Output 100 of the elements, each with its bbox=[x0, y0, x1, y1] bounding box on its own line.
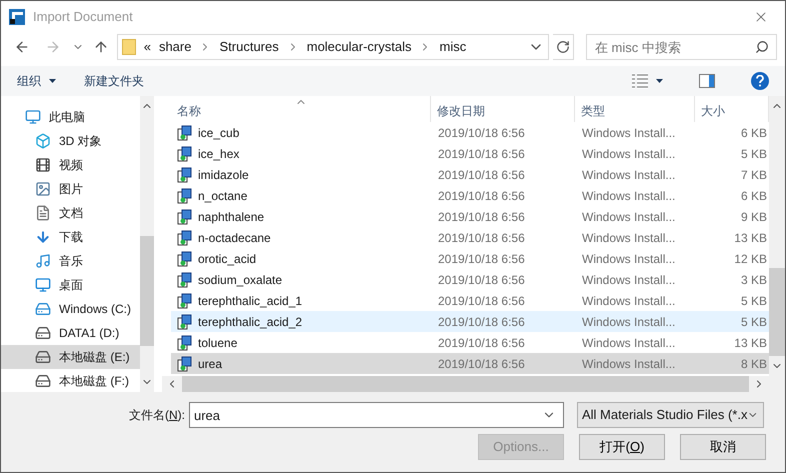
file-row[interactable]: terephthalic_acid_1 2019/10/18 6:56 Windows Install... 5 KB bbox=[171, 290, 769, 311]
search-field[interactable]: 在 misc 中搜索 bbox=[586, 34, 777, 60]
refresh-button[interactable] bbox=[552, 34, 574, 60]
dialog-button[interactable]: 打开(O) bbox=[579, 434, 665, 460]
new-folder-button[interactable]: 新建文件夹 bbox=[84, 72, 144, 90]
filename-field[interactable]: urea bbox=[189, 402, 564, 428]
file-row[interactable]: toluene 2019/10/18 6:56 Windows Install... 13 KB bbox=[171, 332, 769, 353]
file-type: Windows Install... bbox=[581, 230, 676, 246]
breadcrumb-segment[interactable]: Structures bbox=[219, 37, 279, 57]
file-type: Windows Install... bbox=[581, 124, 676, 142]
modified-date: 2019/10/18 6:56 bbox=[437, 208, 526, 226]
organize-menu[interactable]: 组织 bbox=[17, 72, 56, 90]
sidebar-item[interactable]: 文档 bbox=[1, 201, 140, 225]
file-row[interactable]: imidazole 2019/10/18 6:56 Windows Install... 7 KB bbox=[171, 164, 769, 185]
horizontal-scrollbar[interactable] bbox=[162, 376, 785, 392]
breadcrumb-segment[interactable]: misc bbox=[439, 37, 466, 57]
file-size: 13 KB bbox=[733, 230, 767, 246]
installer-file-icon bbox=[177, 124, 193, 140]
help-button[interactable] bbox=[751, 72, 769, 90]
file-row[interactable]: orotic_acid 2019/10/18 6:56 Windows Install... 12 KB bbox=[171, 248, 769, 269]
refresh-icon bbox=[556, 40, 570, 54]
search-icon bbox=[755, 40, 769, 54]
desktop-icon bbox=[35, 277, 51, 293]
installer-file-icon bbox=[177, 334, 193, 350]
installer-file-icon bbox=[177, 230, 193, 246]
sidebar-item[interactable]: 视频 bbox=[1, 153, 140, 177]
file-name: sodium_oxalate bbox=[198, 272, 282, 288]
file-name: imidazole bbox=[198, 166, 249, 184]
file-row[interactable]: sodium_oxalate 2019/10/18 6:56 Windows Install... 3 KB bbox=[171, 269, 769, 290]
sidebar-item[interactable]: 音乐 bbox=[1, 249, 140, 273]
file-size: 3 KB bbox=[740, 272, 767, 288]
file-row[interactable]: terephthalic_acid_2 2019/10/18 6:56 Windows Install... 5 KB bbox=[171, 311, 769, 332]
modified-date: 2019/10/18 6:56 bbox=[437, 272, 526, 288]
column-header[interactable]: 类型 bbox=[575, 96, 695, 122]
details-view-icon bbox=[632, 74, 648, 88]
sidebar-item[interactable]: 3D 对象 bbox=[1, 129, 140, 153]
computer-icon bbox=[25, 109, 41, 125]
modified-date: 2019/10/18 6:56 bbox=[437, 250, 526, 268]
file-type: Windows Install... bbox=[581, 334, 676, 352]
installer-file-icon bbox=[177, 314, 193, 330]
file-type: Windows Install... bbox=[581, 356, 676, 372]
cube-icon bbox=[35, 133, 51, 149]
installer-file-icon bbox=[177, 272, 193, 288]
column-header[interactable]: 修改日期 bbox=[431, 96, 575, 122]
file-type: Windows Install... bbox=[581, 146, 676, 162]
file-name: ice_cub bbox=[198, 124, 240, 142]
filename-label: 文件名(N): bbox=[128, 407, 186, 424]
file-type: Windows Install... bbox=[581, 272, 676, 288]
modified-date: 2019/10/18 6:56 bbox=[437, 146, 526, 162]
file-row[interactable]: ice_cub 2019/10/18 6:56 Windows Install... 6 KB bbox=[171, 122, 769, 143]
sidebar-item[interactable]: Windows (C:) bbox=[1, 297, 140, 321]
file-name: n-octadecane bbox=[198, 230, 271, 246]
modified-date: 2019/10/18 6:56 bbox=[437, 188, 526, 204]
column-header[interactable]: 名称 bbox=[171, 96, 431, 122]
file-size: 9 KB bbox=[740, 208, 767, 226]
sidebar-scrollbar[interactable] bbox=[140, 96, 154, 392]
file-size: 6 KB bbox=[740, 188, 767, 204]
breadcrumb-overflow[interactable]: « bbox=[144, 37, 151, 57]
file-name: ice_hex bbox=[198, 146, 240, 162]
film-icon bbox=[35, 157, 51, 173]
sidebar-item[interactable]: 本地磁盘 (F:) bbox=[1, 369, 140, 392]
filetype-dropdown[interactable]: All Materials Studio Files (*.x bbox=[577, 402, 764, 428]
preview-pane-button[interactable] bbox=[699, 74, 715, 88]
sidebar-item[interactable]: 桌面 bbox=[1, 273, 140, 297]
modified-date: 2019/10/18 6:56 bbox=[437, 356, 526, 372]
file-row[interactable]: n_octane 2019/10/18 6:56 Windows Install... 6 KB bbox=[171, 185, 769, 206]
file-row[interactable]: urea 2019/10/18 6:56 Windows Install... 8 KB bbox=[171, 353, 769, 374]
help-icon bbox=[756, 75, 764, 87]
file-name: toluene bbox=[198, 334, 238, 352]
breadcrumb-segment[interactable]: share bbox=[158, 37, 192, 57]
view-menu[interactable] bbox=[632, 74, 663, 88]
breadcrumb-segment[interactable]: molecular-crystals bbox=[306, 37, 412, 57]
sidebar-item[interactable]: 本地磁盘 (E:) bbox=[1, 345, 140, 369]
address-field[interactable]: « share Structures molecular-crystals misc bbox=[116, 34, 549, 60]
sidebar-item[interactable]: 下载 bbox=[1, 225, 140, 249]
file-type: Windows Install... bbox=[581, 250, 676, 268]
file-row[interactable]: n-octadecane 2019/10/18 6:56 Windows Install... 13 KB bbox=[171, 227, 769, 248]
preview-pane-icon bbox=[699, 74, 715, 88]
music-icon bbox=[35, 253, 51, 269]
installer-file-icon bbox=[177, 166, 193, 182]
file-type: Windows Install... bbox=[581, 314, 676, 330]
file-type: Windows Install... bbox=[581, 188, 676, 204]
file-row[interactable]: ice_hex 2019/10/18 6:56 Windows Install... 5 KB bbox=[171, 143, 769, 164]
installer-file-icon bbox=[177, 208, 193, 224]
drive-icon bbox=[35, 301, 51, 317]
modified-date: 2019/10/18 6:56 bbox=[437, 292, 526, 310]
file-size: 5 KB bbox=[740, 292, 767, 310]
installer-file-icon bbox=[177, 250, 193, 266]
download-icon bbox=[35, 229, 51, 245]
sidebar-item[interactable]: 此电脑 bbox=[1, 105, 140, 129]
folder-icon bbox=[122, 39, 136, 55]
dialog-button[interactable]: 取消 bbox=[680, 434, 766, 460]
list-scrollbar[interactable] bbox=[769, 96, 785, 376]
sidebar-item[interactable]: DATA1 (D:) bbox=[1, 321, 140, 345]
file-row[interactable]: naphthalene 2019/10/18 6:56 Windows Install... 9 KB bbox=[171, 206, 769, 227]
modified-date: 2019/10/18 6:56 bbox=[437, 230, 526, 246]
sidebar-item[interactable]: 图片 bbox=[1, 177, 140, 201]
file-name: n_octane bbox=[198, 188, 248, 204]
file-type: Windows Install... bbox=[581, 292, 676, 310]
drive-icon bbox=[35, 325, 51, 341]
